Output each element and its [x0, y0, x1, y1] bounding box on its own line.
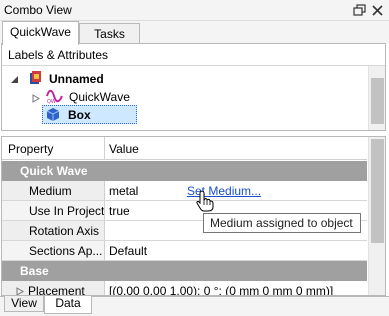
property-key-label: Placement	[28, 284, 85, 296]
bottom-tab-bar: View Data	[0, 296, 389, 316]
close-icon[interactable]	[371, 4, 384, 17]
cube-icon	[45, 107, 60, 125]
tree-scrollbar[interactable]	[368, 66, 385, 130]
property-table-header: Property Value	[2, 137, 367, 160]
property-row-medium[interactable]: Medium metal Set Medium...	[2, 181, 367, 201]
tab-quickwave[interactable]: QuickWave	[2, 21, 79, 45]
collapsed-triangle-icon[interactable]	[16, 287, 24, 296]
property-key: Placement	[2, 281, 105, 296]
column-header-property[interactable]: Property	[8, 142, 53, 156]
tab-view[interactable]: View	[4, 296, 44, 312]
collapsed-triangle-icon[interactable]	[32, 92, 40, 106]
tree-item-label: Box	[68, 108, 91, 122]
window-titlebar: Combo View	[0, 0, 389, 21]
group-header-base[interactable]: Base	[2, 261, 367, 281]
tree-item-unnamed[interactable]: Unnamed	[10, 70, 130, 88]
property-value[interactable]: metal	[109, 184, 138, 198]
tab-data[interactable]: Data	[44, 296, 92, 314]
window-title: Combo View	[4, 3, 72, 17]
scrollbar-thumb[interactable]	[371, 139, 384, 243]
tree-item-quickwave[interactable]: QW QuickWave	[32, 88, 162, 106]
property-value[interactable]: Default	[109, 244, 147, 258]
group-header-quick-wave[interactable]: Quick Wave	[2, 161, 367, 181]
column-separator[interactable]	[104, 137, 105, 160]
property-key: Use In Project	[2, 201, 105, 220]
tree-item-label: QuickWave	[69, 90, 130, 104]
property-key: Medium	[2, 181, 105, 200]
property-row-sections-ap[interactable]: Sections Ap... Default	[2, 241, 367, 261]
tree-item-box[interactable]: Box	[42, 105, 137, 124]
column-header-value[interactable]: Value	[109, 142, 139, 156]
tree-panel: Labels & Attributes Unnamed QW QuickWave…	[1, 43, 386, 131]
property-scrollbar[interactable]	[368, 137, 385, 295]
tree-item-label: Unnamed	[49, 72, 104, 86]
svg-text:QW: QW	[47, 99, 56, 104]
tab-tasks[interactable]: Tasks	[79, 23, 140, 45]
top-tab-bar: QuickWave Tasks	[0, 21, 389, 45]
tree-header: Labels & Attributes	[2, 44, 385, 66]
property-key: Sections Ap...	[2, 241, 105, 260]
property-value[interactable]: true	[109, 204, 130, 218]
property-row-placement[interactable]: Placement [(0.00 0.00 1.00); 0 °; (0 mm …	[2, 281, 367, 296]
hand-cursor-icon	[196, 190, 214, 215]
float-window-icon[interactable]	[353, 4, 366, 17]
property-value[interactable]: [(0.00 0.00 1.00); 0 °; (0 mm 0 mm 0 mm)…	[109, 284, 333, 295]
property-key: Rotation Axis	[2, 221, 105, 240]
scrollbar-thumb[interactable]	[371, 78, 384, 124]
tooltip: Medium assigned to object	[203, 213, 361, 233]
expand-triangle-icon[interactable]	[10, 73, 19, 87]
document-icon	[28, 70, 43, 88]
